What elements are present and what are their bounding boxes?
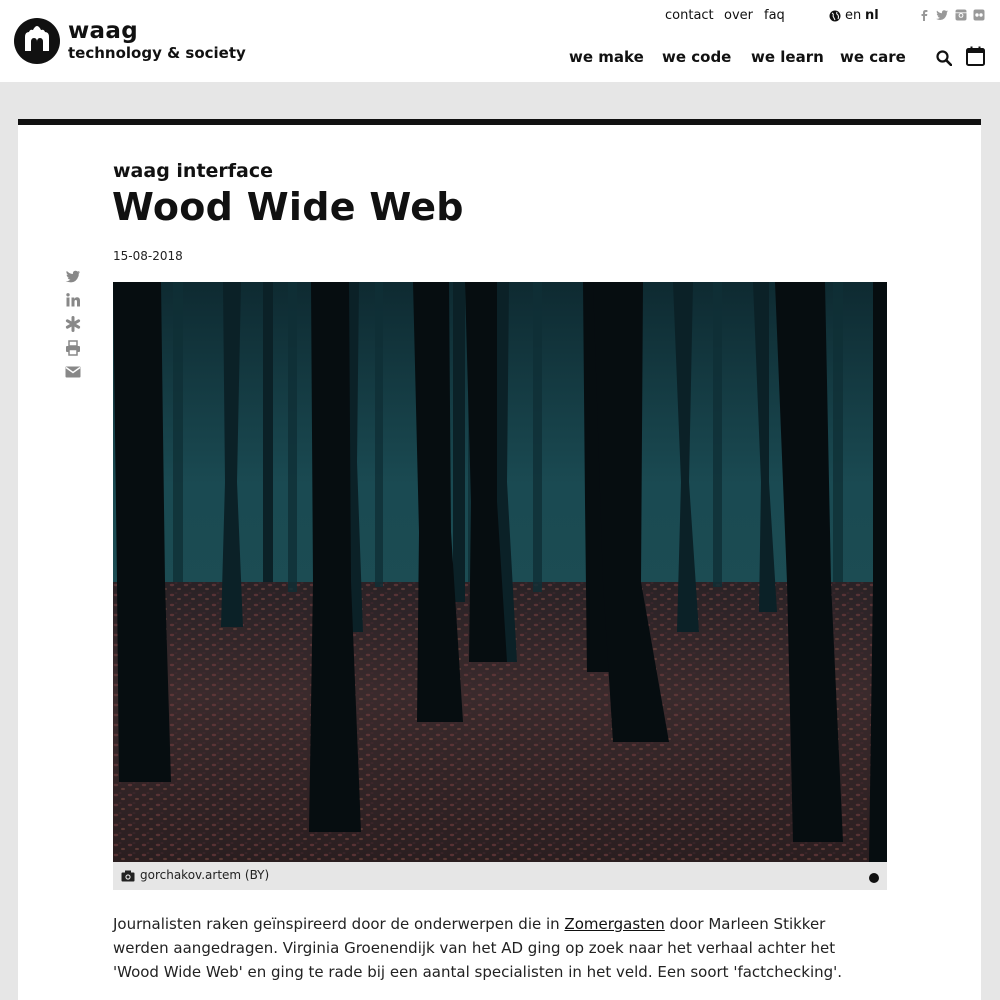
zomergasten-link[interactable]: Zomergasten <box>564 915 664 933</box>
caption-toggle-dot[interactable] <box>869 873 879 883</box>
brand-name: waag <box>68 18 138 44</box>
waag-logo[interactable] <box>14 18 60 64</box>
share-asterisk-icon[interactable] <box>65 316 81 332</box>
intro-text-start: Journalisten raken geïnspireerd door de … <box>113 915 565 933</box>
top-link-contact[interactable]: contact <box>665 8 714 23</box>
calendar-icon[interactable] <box>966 46 985 66</box>
share-twitter-icon[interactable] <box>65 268 81 284</box>
article-photo[interactable] <box>113 282 887 862</box>
instagram-icon[interactable] <box>955 9 967 21</box>
twitter-icon[interactable] <box>936 9 948 21</box>
globe-icon <box>829 10 841 22</box>
article-kicker[interactable]: waag interface <box>113 160 273 182</box>
nav-we-make[interactable]: we make <box>569 48 644 66</box>
top-link-over[interactable]: over <box>724 8 753 23</box>
site-header: waag technology & society contact over f… <box>0 0 1000 82</box>
nav-we-code[interactable]: we code <box>662 48 731 66</box>
lang-nl[interactable]: nl <box>865 8 879 23</box>
top-link-faq[interactable]: faq <box>764 8 785 23</box>
lang-en[interactable]: en <box>845 8 861 23</box>
flickr-icon[interactable] <box>973 9 985 21</box>
nav-we-care[interactable]: we care <box>840 48 906 66</box>
share-linkedin-icon[interactable] <box>65 292 81 308</box>
camera-icon <box>121 870 135 882</box>
brand-tagline: technology & society <box>68 44 246 62</box>
photo-caption: gorchakov.artem (BY) <box>113 862 887 890</box>
article-intro: Journalisten raken geïnspireerd door de … <box>113 912 878 984</box>
share-email-icon[interactable] <box>65 364 81 380</box>
search-icon[interactable] <box>936 50 952 66</box>
share-print-icon[interactable] <box>65 340 81 356</box>
nav-we-learn[interactable]: we learn <box>751 48 824 66</box>
article-date: 15-08-2018 <box>113 249 183 263</box>
brand[interactable]: waag technology & society <box>68 18 246 62</box>
facebook-icon[interactable] <box>918 9 930 21</box>
photo-credit: gorchakov.artem (BY) <box>140 868 270 882</box>
article-card: waag interface Wood Wide Web 15-08-2018 <box>18 119 981 1000</box>
page-title: Wood Wide Web <box>112 185 464 229</box>
